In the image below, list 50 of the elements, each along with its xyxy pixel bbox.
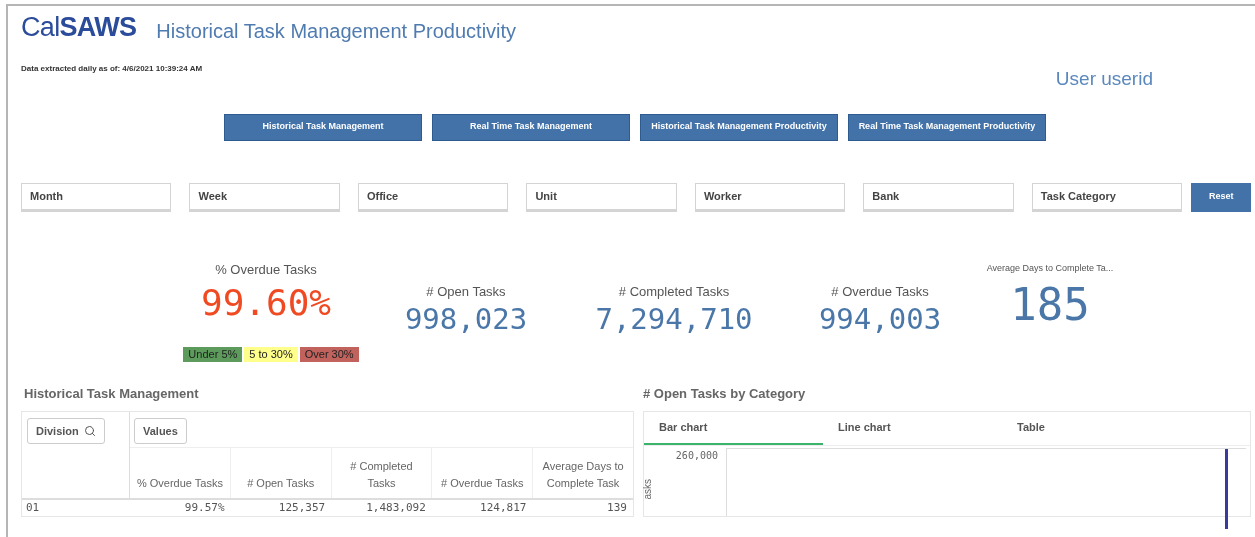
- nav-button[interactable]: Historical Task Management: [224, 113, 422, 141]
- kpi-value: 7,294,710: [595, 305, 753, 334]
- user-label: User userid: [1055, 67, 1153, 91]
- kpi-title: # Overdue Tasks: [831, 282, 929, 301]
- nav-button[interactable]: Historical Task Management Productivity: [640, 113, 838, 141]
- column-header: Average Days to Complete Task: [541, 459, 625, 491]
- search-icon: [83, 425, 96, 437]
- table-cell-text: 01: [25, 499, 41, 516]
- nav-button[interactable]: Real Time Task Management Productivity: [848, 113, 1046, 141]
- column-header: # Open Tasks: [246, 476, 316, 491]
- kpi-title: # Completed Tasks: [618, 282, 730, 301]
- table-cell-text: 99.57%: [183, 499, 226, 516]
- table-cell-text: 139: [606, 499, 628, 516]
- extract-note: Data extracted daily as of: 4/6/2021 10:39:24 AM: [21, 63, 203, 75]
- chart-tab[interactable]: Line chart: [823, 412, 1002, 445]
- filter-field[interactable]: Bank: [863, 182, 1014, 212]
- kpi-title: % Overdue Tasks: [215, 260, 317, 279]
- y-axis-label: asks: [640, 478, 654, 500]
- reset-button[interactable]: Reset: [1191, 182, 1252, 212]
- filter-field[interactable]: Worker: [694, 182, 846, 212]
- table-cell-text: 1,483,092: [365, 499, 427, 516]
- chart-tab[interactable]: Bar chart: [644, 412, 823, 445]
- dimension-button[interactable]: Division: [27, 418, 105, 444]
- column-header: # Overdue Tasks: [440, 476, 525, 491]
- panel-title: # Open Tasks by Category: [643, 384, 807, 403]
- filter-field[interactable]: Office: [357, 182, 509, 212]
- table-cell-text: 124,817: [479, 499, 528, 516]
- kpi-value: 185: [1010, 283, 1090, 327]
- kpi-title: Average Days to Complete Ta...: [986, 261, 1114, 275]
- kpi-value: 99.60%: [200, 285, 331, 321]
- kpi-value: 998,023: [404, 305, 528, 334]
- logo: CalSAWS: [21, 14, 137, 41]
- filter-field[interactable]: Month: [21, 182, 172, 212]
- y-tick-label: 260,000: [675, 449, 718, 463]
- nav-button[interactable]: Real Time Task Management: [432, 113, 630, 141]
- legend-tag: Under 5%: [183, 347, 243, 362]
- column-header: % Overdue Tasks: [135, 476, 224, 491]
- column-header: # Completed Tasks: [349, 459, 414, 491]
- legend-tag: 5 to 30%: [244, 347, 298, 362]
- filter-field[interactable]: Unit: [526, 182, 677, 212]
- filter-field[interactable]: Week: [189, 182, 340, 212]
- chart-tab[interactable]: Table: [1002, 412, 1181, 445]
- filter-field[interactable]: Task Category: [1031, 182, 1183, 212]
- kpi-title: # Open Tasks: [426, 282, 506, 301]
- legend-tag: Over 30%: [299, 347, 359, 362]
- kpi-value: 994,003: [818, 305, 942, 334]
- page-title: Historical Task Management Productivity: [156, 21, 517, 41]
- panel-title: Historical Task Management: [24, 384, 200, 403]
- values-button[interactable]: Values: [134, 418, 187, 445]
- table-cell-text: 125,357: [277, 499, 327, 516]
